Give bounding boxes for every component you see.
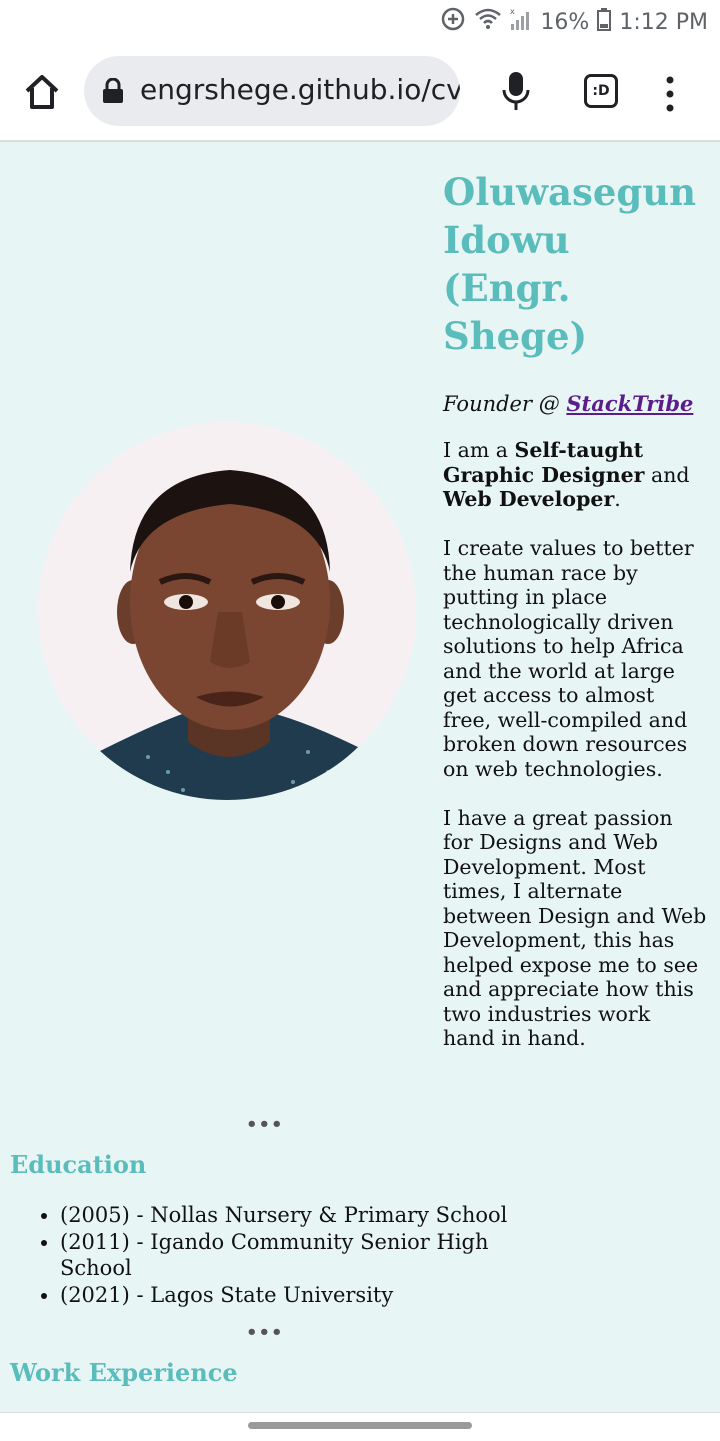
battery-icon (597, 7, 612, 37)
wifi-icon (474, 7, 502, 37)
url-text[interactable]: engrshege.github.io/cv (140, 73, 460, 106)
intro-text: and (644, 462, 690, 487)
intro-text: . (614, 487, 621, 511)
tab-switcher-icon[interactable]: :D (584, 74, 618, 108)
data-saver-icon (440, 6, 466, 38)
founder-line: Founder @ StackTribe (443, 390, 708, 418)
education-item: (2005) - Nollas Nursery & Primary School (60, 1202, 540, 1229)
signal-icon: x (510, 7, 532, 37)
education-title: Education (10, 1150, 147, 1179)
education-item: (2021) - Lagos State University (60, 1282, 540, 1309)
profile-intro: Oluwasegun Idowu (Engr. Shege) Founder @… (443, 168, 708, 1051)
intro-paragraph: I am a Self-taught Graphic Designer and … (443, 438, 708, 512)
mission-paragraph: I create values to better the human race… (443, 536, 694, 781)
education-item: (2011) - Igando Community Senior High Sc… (60, 1229, 540, 1282)
education-list: (2005) - Nollas Nursery & Primary School… (20, 1202, 540, 1308)
battery-percent: 16% (540, 9, 590, 35)
svg-text:x: x (510, 7, 515, 16)
address-bar[interactable]: engrshege.github.io/cv (84, 56, 460, 126)
stacktribe-link[interactable]: StackTribe (566, 391, 693, 416)
intro-bold-skill: Web Developer (443, 487, 615, 511)
profile-photo (38, 422, 416, 800)
section-separator: ••• (246, 1322, 284, 1343)
profile-name: Oluwasegun Idowu (Engr. Shege) (443, 170, 697, 358)
clock: 1:12 PM (619, 9, 708, 35)
section-separator: ••• (246, 1114, 284, 1135)
browser-toolbar: engrshege.github.io/cv :D (0, 44, 720, 142)
more-vert-icon[interactable] (662, 74, 678, 114)
status-bar: x 16% 1:12 PM (0, 0, 720, 44)
work-experience-title: Work Experience (10, 1358, 238, 1387)
home-icon[interactable] (22, 72, 62, 112)
founder-prefix: Founder @ (443, 392, 567, 416)
passion-paragraph: I have a great passion for Designs and W… (443, 805, 707, 1051)
home-gesture-handle[interactable] (248, 1422, 472, 1429)
mic-icon[interactable] (500, 70, 532, 114)
intro-text: I am a (443, 438, 515, 462)
page-content: Oluwasegun Idowu (Engr. Shege) Founder @… (0, 142, 720, 1412)
status-bar-right: x 16% 1:12 PM (440, 6, 708, 38)
gesture-nav-bar (0, 1412, 720, 1441)
lock-icon (102, 77, 124, 104)
